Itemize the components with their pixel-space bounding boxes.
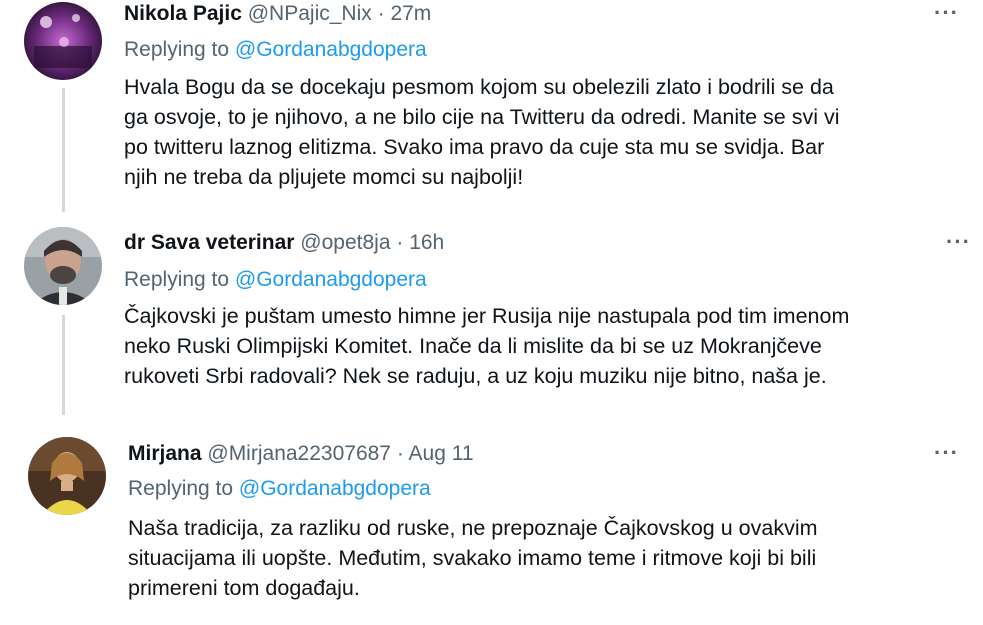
tweet-text-line: situacijama ili uopšte. Međutim, svakako… (128, 546, 817, 570)
tweet-text: Naša tradicija, za razliku od ruske, ne … (128, 513, 818, 603)
tweet-header: Nikola Pajic @NPajic_Nix · 27m (124, 2, 431, 26)
reply-mention-link[interactable]: @Gordanabgdopera (235, 268, 427, 291)
avatar[interactable] (24, 2, 102, 80)
replying-to-label: Replying to (128, 477, 234, 500)
avatar-image (24, 2, 102, 80)
replying-to-label: Replying to (124, 268, 230, 291)
replying-to-label: Replying to (124, 38, 230, 61)
tweet-2[interactable]: dr Sava veterinar @opet8ja · 16h ··· Rep… (0, 215, 983, 415)
tweet-text-line: Hvala Bogu da se docekaju pesmom kojom s… (124, 75, 834, 99)
avatar-image (28, 437, 106, 515)
tweet-text: Čajkovski je puštam umesto himne jer Rus… (124, 301, 849, 391)
tweet-text-line: rukoveti Srbi radovali? Nek se raduju, a… (124, 364, 827, 388)
tweet-header: Mirjana @Mirjana22307687 · Aug 11 (128, 442, 474, 466)
replying-to: Replying to @Gordanabgdopera (128, 477, 431, 501)
more-options-icon[interactable]: ··· (946, 229, 971, 255)
more-options-icon[interactable]: ··· (934, 0, 959, 26)
reply-mention-link[interactable]: @Gordanabgdopera (239, 477, 431, 500)
thread-line (62, 315, 65, 415)
tweet-text-line: njih ne treba da pljujete momci su najbo… (124, 165, 524, 189)
display-name[interactable]: dr Sava veterinar (124, 231, 294, 254)
avatar[interactable] (28, 437, 106, 515)
timestamp[interactable]: 27m (390, 2, 431, 25)
tweet-text-line: ga osvoje, to je njihovo, a ne bilo cije… (124, 105, 840, 129)
user-handle[interactable]: @NPajic_Nix (248, 2, 372, 25)
more-options-icon[interactable]: ··· (934, 440, 959, 466)
replying-to: Replying to @Gordanabgdopera (124, 268, 427, 292)
avatar-image (24, 227, 102, 305)
thread-line (62, 88, 65, 212)
tweet-1[interactable]: Nikola Pajic @NPajic_Nix · 27m ··· Reply… (0, 0, 983, 215)
separator-dot: · (396, 231, 404, 254)
display-name[interactable]: Mirjana (128, 442, 202, 465)
display-name[interactable]: Nikola Pajic (124, 2, 242, 25)
tweet-header: dr Sava veterinar @opet8ja · 16h (124, 231, 444, 255)
separator-dot: · (396, 442, 404, 465)
avatar[interactable] (24, 227, 102, 305)
tweet-text-line: neko Ruski Olimpijski Komitet. Inače da … (124, 334, 822, 358)
tweet-text-line: Naša tradicija, za razliku od ruske, ne … (128, 516, 818, 540)
separator-dot: · (377, 2, 385, 25)
tweet-text-line: primereni tom događaju. (128, 576, 360, 600)
tweet-3[interactable]: Mirjana @Mirjana22307687 · Aug 11 ··· Re… (0, 415, 983, 625)
replying-to: Replying to @Gordanabgdopera (124, 38, 427, 62)
tweet-text-line: Čajkovski je puštam umesto himne jer Rus… (124, 304, 850, 328)
timestamp[interactable]: Aug 11 (409, 442, 474, 465)
user-handle[interactable]: @opet8ja (300, 231, 390, 254)
user-handle[interactable]: @Mirjana22307687 (207, 442, 391, 465)
tweet-text: Hvala Bogu da se docekaju pesmom kojom s… (124, 72, 839, 192)
reply-mention-link[interactable]: @Gordanabgdopera (235, 38, 427, 61)
timestamp[interactable]: 16h (409, 231, 444, 254)
tweet-text-line: po twitteru laznog elitizma. Svako ima p… (124, 135, 825, 159)
